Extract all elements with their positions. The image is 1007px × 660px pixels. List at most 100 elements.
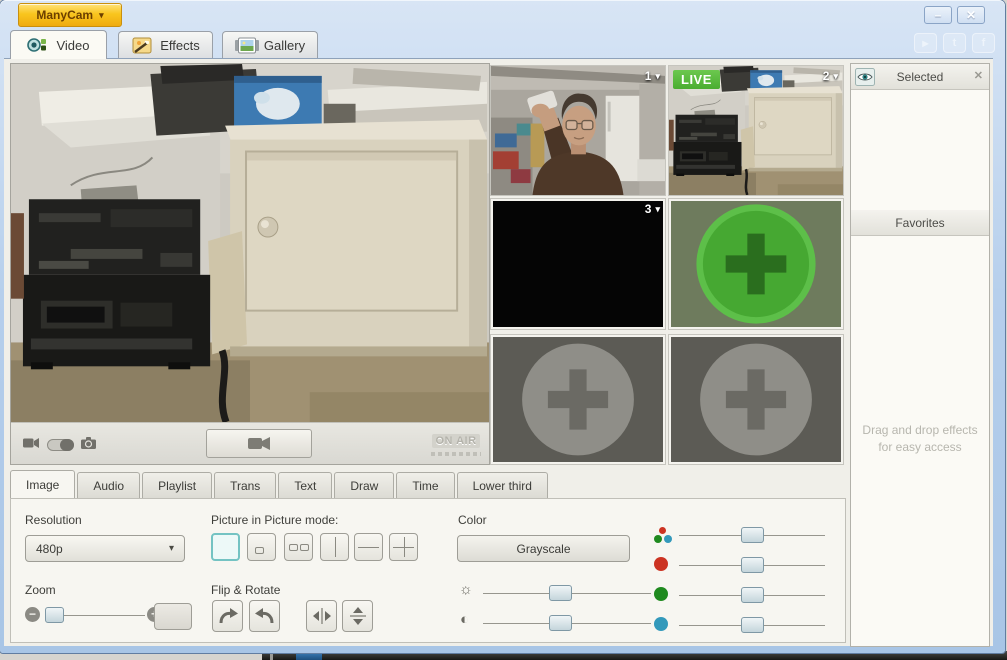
manycam-menu-button[interactable]: ManyCam ▾ bbox=[18, 3, 122, 27]
contrast-slider[interactable] bbox=[483, 615, 651, 631]
camera-photo-toggle[interactable] bbox=[47, 439, 74, 451]
source-thumbnail-5-add[interactable] bbox=[490, 334, 666, 465]
pip-overlay-icon bbox=[289, 544, 298, 551]
tab-text[interactable]: Text bbox=[278, 472, 333, 498]
pip-mode-split-horizontal-button[interactable] bbox=[354, 533, 383, 561]
thumbnail-number: 2 bbox=[822, 69, 830, 83]
rotate-left-button[interactable] bbox=[249, 600, 280, 632]
rotate-right-button[interactable] bbox=[212, 600, 243, 632]
thumbnail-menu[interactable]: 2 ▾ bbox=[823, 69, 838, 83]
youtube-icon: ▶ bbox=[922, 39, 929, 48]
webcam-icon bbox=[27, 37, 49, 54]
preview-controls: ON AIR bbox=[11, 422, 489, 464]
zoom-slider-thumb[interactable] bbox=[45, 607, 64, 623]
green-slider[interactable] bbox=[679, 587, 825, 603]
main-preview-box: ON AIR bbox=[10, 63, 490, 465]
tab-playlist[interactable]: Playlist bbox=[142, 472, 213, 498]
window-controls: – ✕ bbox=[924, 6, 985, 24]
social-buttons: ▶ t f bbox=[914, 33, 995, 53]
brightness-slider-thumb[interactable] bbox=[549, 585, 573, 601]
pip-mode-label: Picture in Picture mode: bbox=[211, 513, 339, 527]
gallery-icon bbox=[234, 37, 259, 54]
contrast-slider-thumb[interactable] bbox=[549, 615, 573, 631]
snapshot-record-button[interactable] bbox=[206, 429, 312, 458]
source-thumbnail-4-add[interactable] bbox=[668, 198, 844, 330]
chevron-down-icon: ▾ bbox=[833, 70, 838, 81]
vertical-split-icon bbox=[334, 537, 336, 557]
rgb-master-slider-thumb[interactable] bbox=[741, 527, 764, 543]
eye-icon bbox=[855, 68, 875, 89]
tab-time[interactable]: Time bbox=[396, 472, 455, 498]
video-camera-icon[interactable] bbox=[23, 436, 40, 454]
grayscale-button[interactable]: Grayscale bbox=[457, 535, 630, 562]
tab-gallery-label: Gallery bbox=[263, 38, 306, 53]
tab-video-label: Video bbox=[56, 37, 90, 53]
close-button[interactable]: ✕ bbox=[957, 6, 985, 24]
red-slider[interactable] bbox=[679, 557, 825, 573]
content-area: ON AIR 1 ▾ LIVE 2 ▾ 3 ▾ Selected ✕ Favor… bbox=[4, 58, 993, 647]
selected-title: Selected bbox=[896, 69, 944, 84]
magic-wand-icon bbox=[131, 37, 153, 54]
flip-vertical-button[interactable] bbox=[342, 600, 373, 632]
tab-video[interactable]: Video bbox=[10, 30, 107, 59]
on-air-meter bbox=[431, 452, 481, 456]
tab-effects-label: Effects bbox=[160, 38, 200, 53]
pip-mode-single-button[interactable] bbox=[211, 533, 240, 561]
flip-horizontal-button[interactable] bbox=[306, 600, 337, 632]
pip-mode-small-overlay-button[interactable] bbox=[247, 533, 276, 561]
zoom-preset-button[interactable] bbox=[154, 603, 192, 630]
chevron-down-icon: ▾ bbox=[168, 543, 174, 554]
source-thumbnail-6-add[interactable] bbox=[668, 334, 844, 465]
pip-mode-quad-button[interactable] bbox=[389, 533, 418, 561]
tab-gallery[interactable]: Gallery bbox=[222, 31, 318, 59]
source-thumbnail-1[interactable]: 1 ▾ bbox=[490, 65, 666, 196]
chevron-down-icon: ▾ bbox=[655, 203, 660, 214]
red-slider-thumb[interactable] bbox=[741, 557, 764, 573]
app-title: ManyCam bbox=[36, 8, 94, 22]
effects-side-panel: Selected ✕ Favorites Drag and drop effec… bbox=[850, 63, 990, 647]
source-thumbnail-3[interactable]: 3 ▾ bbox=[490, 198, 666, 330]
green-slider-thumb[interactable] bbox=[741, 587, 764, 603]
thumbnail-menu[interactable]: 1 ▾ bbox=[645, 69, 660, 83]
blue-slider-thumb[interactable] bbox=[741, 617, 764, 633]
resolution-label: Resolution bbox=[25, 513, 82, 527]
toggle-knob bbox=[60, 439, 74, 451]
brightness-slider[interactable] bbox=[483, 585, 651, 601]
tab-image[interactable]: Image bbox=[10, 470, 76, 498]
twitter-button[interactable]: t bbox=[943, 33, 966, 53]
image-settings-panel: Resolution 480p ▾ Zoom − + Picture in Pi… bbox=[10, 498, 846, 643]
pip-mode-dual-overlay-button[interactable] bbox=[284, 533, 313, 561]
resolution-value: 480p bbox=[36, 541, 63, 556]
main-video-preview[interactable] bbox=[11, 64, 489, 422]
tab-effects[interactable]: Effects bbox=[118, 31, 213, 59]
zoom-out-button[interactable]: − bbox=[25, 607, 40, 622]
color-label: Color bbox=[458, 513, 487, 527]
facebook-button[interactable]: f bbox=[972, 33, 995, 53]
zoom-label: Zoom bbox=[25, 583, 56, 597]
flip-rotate-label: Flip & Rotate bbox=[211, 583, 281, 597]
pip-mode-split-vertical-button[interactable] bbox=[320, 533, 349, 561]
thumbnail-number: 1 bbox=[644, 69, 652, 83]
tab-audio[interactable]: Audio bbox=[77, 472, 141, 498]
zoom-slider[interactable] bbox=[45, 607, 145, 623]
on-air-label: ON AIR bbox=[432, 434, 480, 448]
tab-trans[interactable]: Trans bbox=[214, 472, 277, 498]
source-thumbnail-2[interactable]: LIVE 2 ▾ bbox=[668, 65, 844, 196]
tab-draw[interactable]: Draw bbox=[334, 472, 395, 498]
live-badge: LIVE bbox=[673, 70, 720, 89]
minimize-button[interactable]: – bbox=[924, 6, 952, 24]
photo-camera-icon[interactable] bbox=[81, 436, 96, 454]
rgb-master-slider[interactable] bbox=[679, 527, 825, 543]
favorites-section-header[interactable]: Favorites bbox=[851, 210, 989, 236]
resolution-select[interactable]: 480p ▾ bbox=[25, 535, 185, 562]
rotate-right-icon bbox=[219, 608, 238, 624]
add-source-icon bbox=[700, 343, 812, 456]
flip-vertical-icon bbox=[349, 607, 366, 625]
blue-slider[interactable] bbox=[679, 617, 825, 633]
selected-section-header[interactable]: Selected ✕ bbox=[851, 64, 989, 90]
youtube-button[interactable]: ▶ bbox=[914, 33, 937, 53]
close-panel-icon[interactable]: ✕ bbox=[974, 69, 983, 82]
pip-overlay-icon bbox=[255, 547, 264, 554]
tab-lower-third[interactable]: Lower third bbox=[456, 472, 548, 498]
thumbnail-menu[interactable]: 3 ▾ bbox=[645, 202, 660, 216]
